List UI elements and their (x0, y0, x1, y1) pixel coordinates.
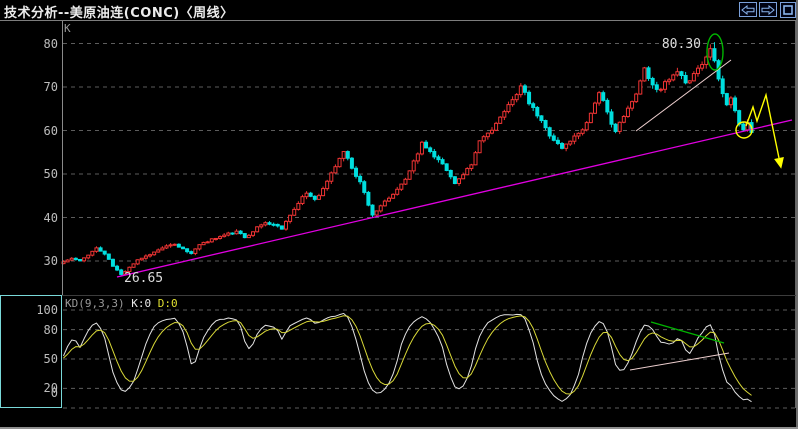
kd-header: KD(9,3,3) K:0 D:0 (65, 297, 178, 310)
main-axis-tick: 30 (0, 254, 58, 268)
main-chart-corner-label: K (64, 22, 71, 35)
kd-axis-tick: 50 (0, 352, 58, 366)
main-axis-tick: 40 (0, 211, 58, 225)
main-axis-tick: 70 (0, 80, 58, 94)
date-axis-bar: 周线 200307112004030711200503071120060307 (0, 410, 798, 427)
main-axis-tick: 60 (0, 124, 58, 138)
label-high: 80.30 (662, 37, 701, 52)
chart-canvas[interactable]: 80.30 26.65 (0, 0, 798, 429)
main-axis-line (62, 21, 63, 295)
arrow-yellow-head (774, 157, 784, 169)
kd-axis-tick: 80 (0, 323, 58, 337)
trendline-magenta (117, 120, 792, 277)
panel-separator (0, 295, 796, 296)
kd-axis-tick: 0 (0, 386, 58, 400)
d-line (64, 316, 752, 396)
kd-trendline-pink (630, 353, 729, 370)
label-low: 26.65 (124, 271, 163, 286)
technical-analysis-window: 技术分析--美原油连(CONC)〈周线〉 80.3026.65 K 807060… (0, 0, 798, 429)
kd-indicator-label: KD(9,3,3) (65, 297, 125, 310)
main-axis-tick: 50 (0, 167, 58, 181)
kd-k-value: K:0 (131, 297, 151, 310)
kd-axis-tick: 100 (0, 303, 58, 317)
kd-d-value: D:0 (158, 297, 178, 310)
candlestick-series (62, 42, 753, 275)
main-axis-tick: 80 (0, 37, 58, 51)
